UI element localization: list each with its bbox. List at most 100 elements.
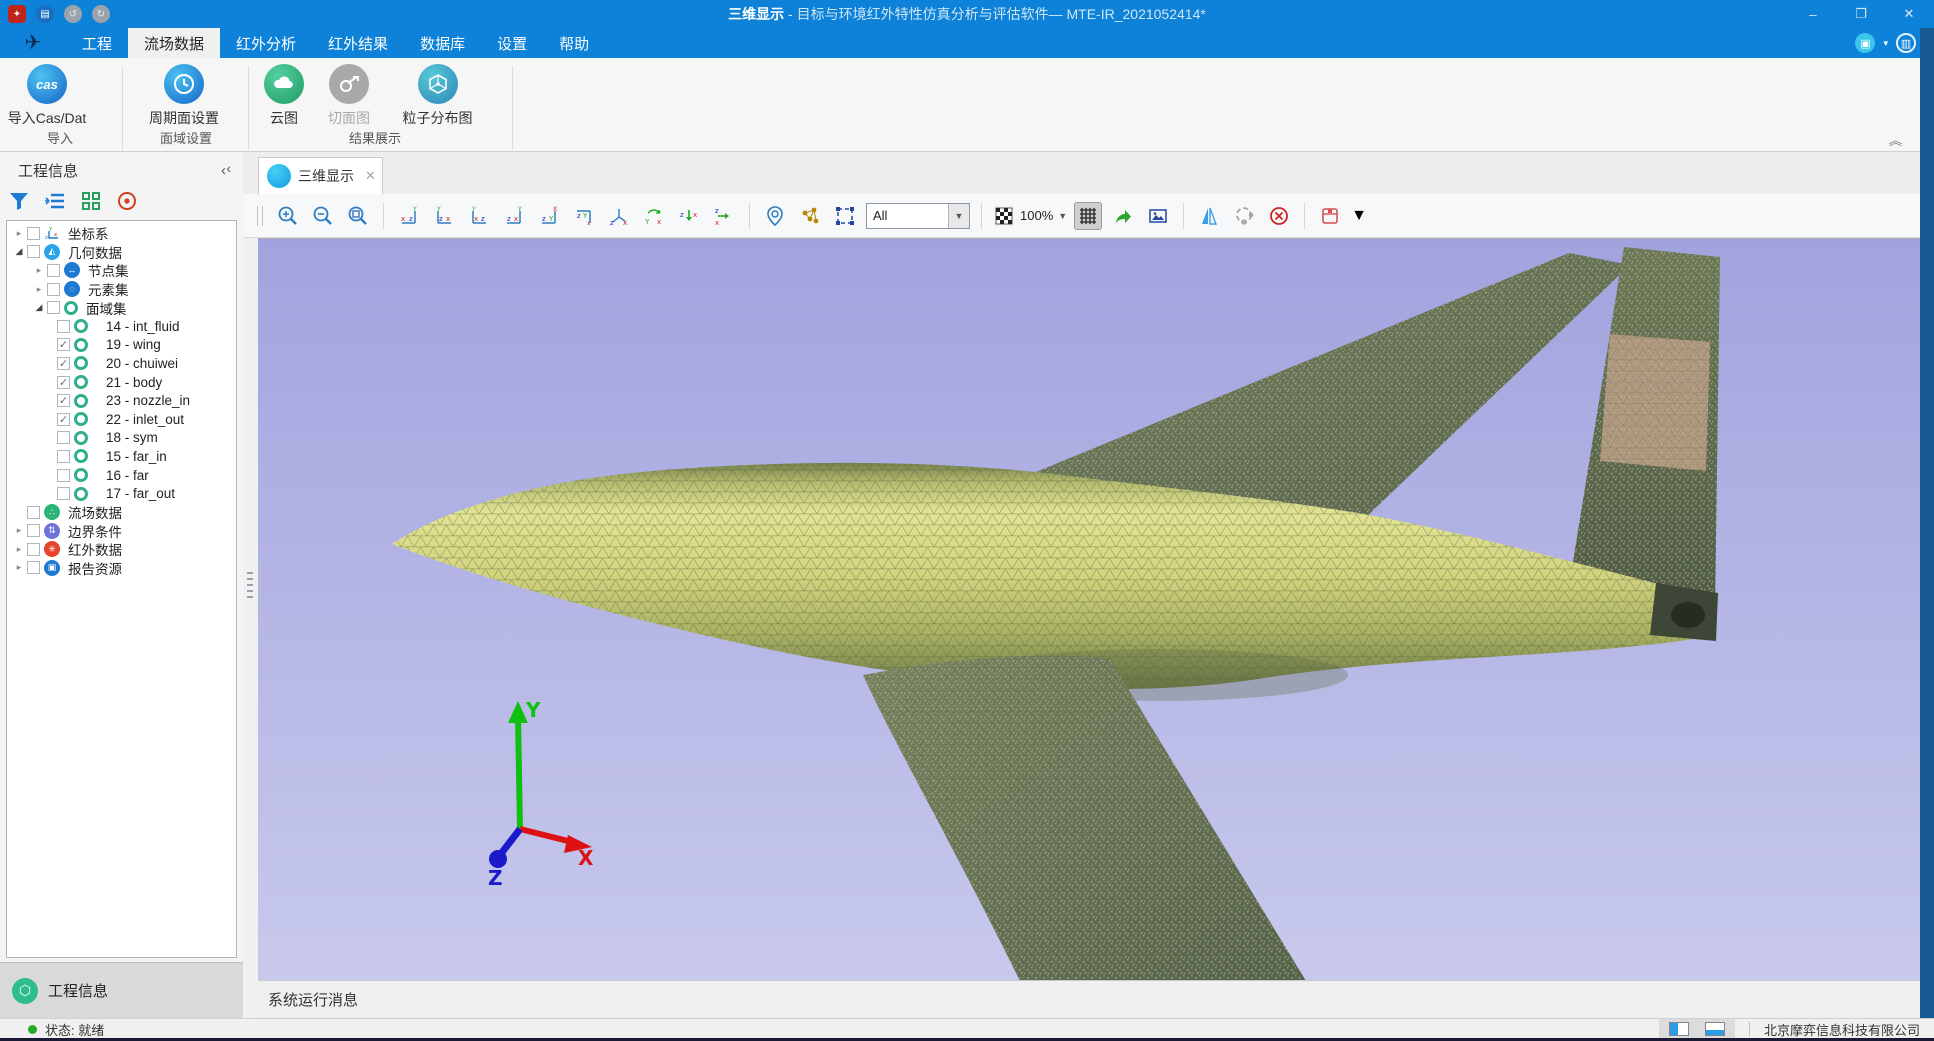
tree-item-body[interactable]: ✓ 21 - body xyxy=(7,373,236,392)
view-left-icon[interactable]: xzY xyxy=(465,202,493,230)
style-switch-icon[interactable]: ▣ xyxy=(1855,33,1875,53)
save-view-caret-icon[interactable]: ▼ xyxy=(1351,207,1367,225)
panel-layout-icon[interactable] xyxy=(1669,1022,1689,1036)
checkbox[interactable]: ✓ xyxy=(57,376,70,389)
splitter-handle[interactable] xyxy=(247,572,253,598)
tree-item-far-out[interactable]: 17 - far_out xyxy=(7,484,236,503)
checkbox[interactable]: ✓ xyxy=(57,394,70,407)
tree-item-nozzle-in[interactable]: ✓ 23 - nozzle_in xyxy=(7,391,236,410)
export-icon[interactable] xyxy=(1109,202,1137,230)
checkbox[interactable] xyxy=(47,301,60,314)
restore-button[interactable]: ❐ xyxy=(1850,6,1872,22)
menu-settings[interactable]: 设置 xyxy=(481,28,543,58)
checkbox[interactable] xyxy=(47,283,60,296)
tree-item-report[interactable]: ▸ ▣ 报告资源 xyxy=(7,559,236,578)
checkbox[interactable]: ✓ xyxy=(57,413,70,426)
particles-icon[interactable] xyxy=(796,202,824,230)
manual-icon[interactable]: ▥ xyxy=(1896,33,1916,53)
tree-outline-icon[interactable] xyxy=(44,190,66,212)
toolbar-grip[interactable] xyxy=(257,206,263,226)
view-right-icon[interactable]: zxY xyxy=(500,202,528,230)
checkbox[interactable] xyxy=(57,487,70,500)
lasso-icon[interactable] xyxy=(1230,202,1258,230)
probe-icon[interactable] xyxy=(761,202,789,230)
view-front-icon[interactable]: xzY xyxy=(395,202,423,230)
expander-icon[interactable]: ▸ xyxy=(33,265,45,276)
dropdown-arrow-icon[interactable]: ▼ xyxy=(948,204,969,228)
tree-item-int-fluid[interactable]: 14 - int_fluid xyxy=(7,317,236,336)
checkbox[interactable] xyxy=(57,320,70,333)
close-button[interactable]: ✕ xyxy=(1898,6,1920,22)
menu-infrared-analysis[interactable]: 红外分析 xyxy=(220,28,312,58)
expander-icon[interactable]: ▸ xyxy=(13,544,25,555)
menu-flowfield-data[interactable]: 流场数据 xyxy=(128,28,220,58)
checkbox[interactable] xyxy=(57,450,70,463)
view-isometric-icon[interactable]: zx xyxy=(605,202,633,230)
checkbox[interactable] xyxy=(27,524,40,537)
3d-viewport[interactable]: Y X Z xyxy=(258,238,1920,981)
view-top-icon[interactable]: zYX xyxy=(535,202,563,230)
particle-distribution-button[interactable]: 粒子分布图 xyxy=(385,62,490,128)
zoom-fit-icon[interactable] xyxy=(344,202,372,230)
zoom-in-icon[interactable] xyxy=(274,202,302,230)
zoom-level-control[interactable]: 100% ▼ xyxy=(993,205,1067,227)
new-document-icon[interactable]: ▤ xyxy=(36,5,54,23)
checkbox[interactable] xyxy=(27,543,40,556)
zoom-out-icon[interactable] xyxy=(309,202,337,230)
select-region-icon[interactable] xyxy=(831,202,859,230)
view-bottom-icon[interactable]: zYx xyxy=(570,202,598,230)
panel-footer-tab[interactable]: ⬡ 工程信息 xyxy=(0,962,243,1018)
tab-3d-display[interactable]: 三维显示 ✕ xyxy=(258,157,383,194)
panel-collapse-icon[interactable]: ‹ xyxy=(226,160,231,176)
tree-item-chuiwei[interactable]: ✓ 20 - chuiwei xyxy=(7,354,236,373)
contour-plot-button[interactable]: 云图 xyxy=(253,62,315,128)
save-view-icon[interactable] xyxy=(1316,202,1344,230)
checkbox[interactable] xyxy=(47,264,60,277)
menu-project[interactable]: 工程 xyxy=(66,28,128,58)
tree-item-sym[interactable]: 18 - sym xyxy=(7,429,236,448)
tree-item-coordsys[interactable]: ▸ Yzx 坐标系 xyxy=(7,224,236,243)
view-back-icon[interactable]: zxY xyxy=(430,202,458,230)
tab-close-icon[interactable]: ✕ xyxy=(365,168,376,184)
import-casdat-button[interactable]: cas 导入Cas/Dat xyxy=(2,62,92,128)
minimize-button[interactable]: – xyxy=(1802,7,1824,22)
screenshot-icon[interactable] xyxy=(1144,202,1172,230)
panel-splitter[interactable] xyxy=(243,152,258,1018)
mirror-icon[interactable] xyxy=(1195,202,1223,230)
filter-icon[interactable] xyxy=(8,190,30,212)
checkbox[interactable]: ✓ xyxy=(57,357,70,370)
menu-database[interactable]: 数据库 xyxy=(404,28,481,58)
tree-item-inlet-out[interactable]: ✓ 22 - inlet_out xyxy=(7,410,236,429)
periodic-surface-button[interactable]: 周期面设置 xyxy=(134,62,234,128)
tree-item-boundary[interactable]: ▸ ⇅ 边界条件 xyxy=(7,522,236,541)
expander-icon[interactable]: ▸ xyxy=(13,228,25,239)
cancel-icon[interactable] xyxy=(1265,202,1293,230)
tree-item-far-in[interactable]: 15 - far_in xyxy=(7,447,236,466)
checkbox[interactable] xyxy=(27,561,40,574)
grid-view-icon[interactable] xyxy=(80,190,102,212)
rotate-down-icon[interactable]: zx xyxy=(675,202,703,230)
collapse-ribbon-icon[interactable]: ︽ xyxy=(1889,130,1902,149)
mesh-toggle-icon[interactable] xyxy=(1074,202,1102,230)
expander-icon[interactable]: ▸ xyxy=(13,525,25,536)
expander-icon[interactable]: ▸ xyxy=(33,284,45,295)
checkbox[interactable] xyxy=(57,431,70,444)
checkbox[interactable] xyxy=(27,245,40,258)
tree-item-surfaceset[interactable]: ◢ 面域集 xyxy=(7,298,236,317)
checkbox[interactable] xyxy=(27,227,40,240)
tree-item-elementset[interactable]: ▸ ◌ 元素集 xyxy=(7,280,236,299)
tree-item-nodeset[interactable]: ▸ ↔ 节点集 xyxy=(7,261,236,280)
tab-scroll-left-icon[interactable]: ‹ xyxy=(221,162,226,179)
tree-item-flowfield[interactable]: ∴ 流场数据 xyxy=(7,503,236,522)
checkbox[interactable] xyxy=(57,469,70,482)
tree-item-far[interactable]: 16 - far xyxy=(7,466,236,485)
display-filter-select[interactable]: All ▼ xyxy=(866,203,970,229)
tree-item-wing[interactable]: ✓ 19 - wing xyxy=(7,336,236,355)
checkbox[interactable]: ✓ xyxy=(57,338,70,351)
rotate-view-icon[interactable]: Yx xyxy=(640,202,668,230)
tree-item-geometry[interactable]: ◢ ◭ 几何数据 xyxy=(7,243,236,262)
checkbox[interactable] xyxy=(27,506,40,519)
menu-infrared-results[interactable]: 红外结果 xyxy=(312,28,404,58)
rotate-right-icon[interactable]: zx xyxy=(710,202,738,230)
expander-icon[interactable]: ▸ xyxy=(13,562,25,573)
